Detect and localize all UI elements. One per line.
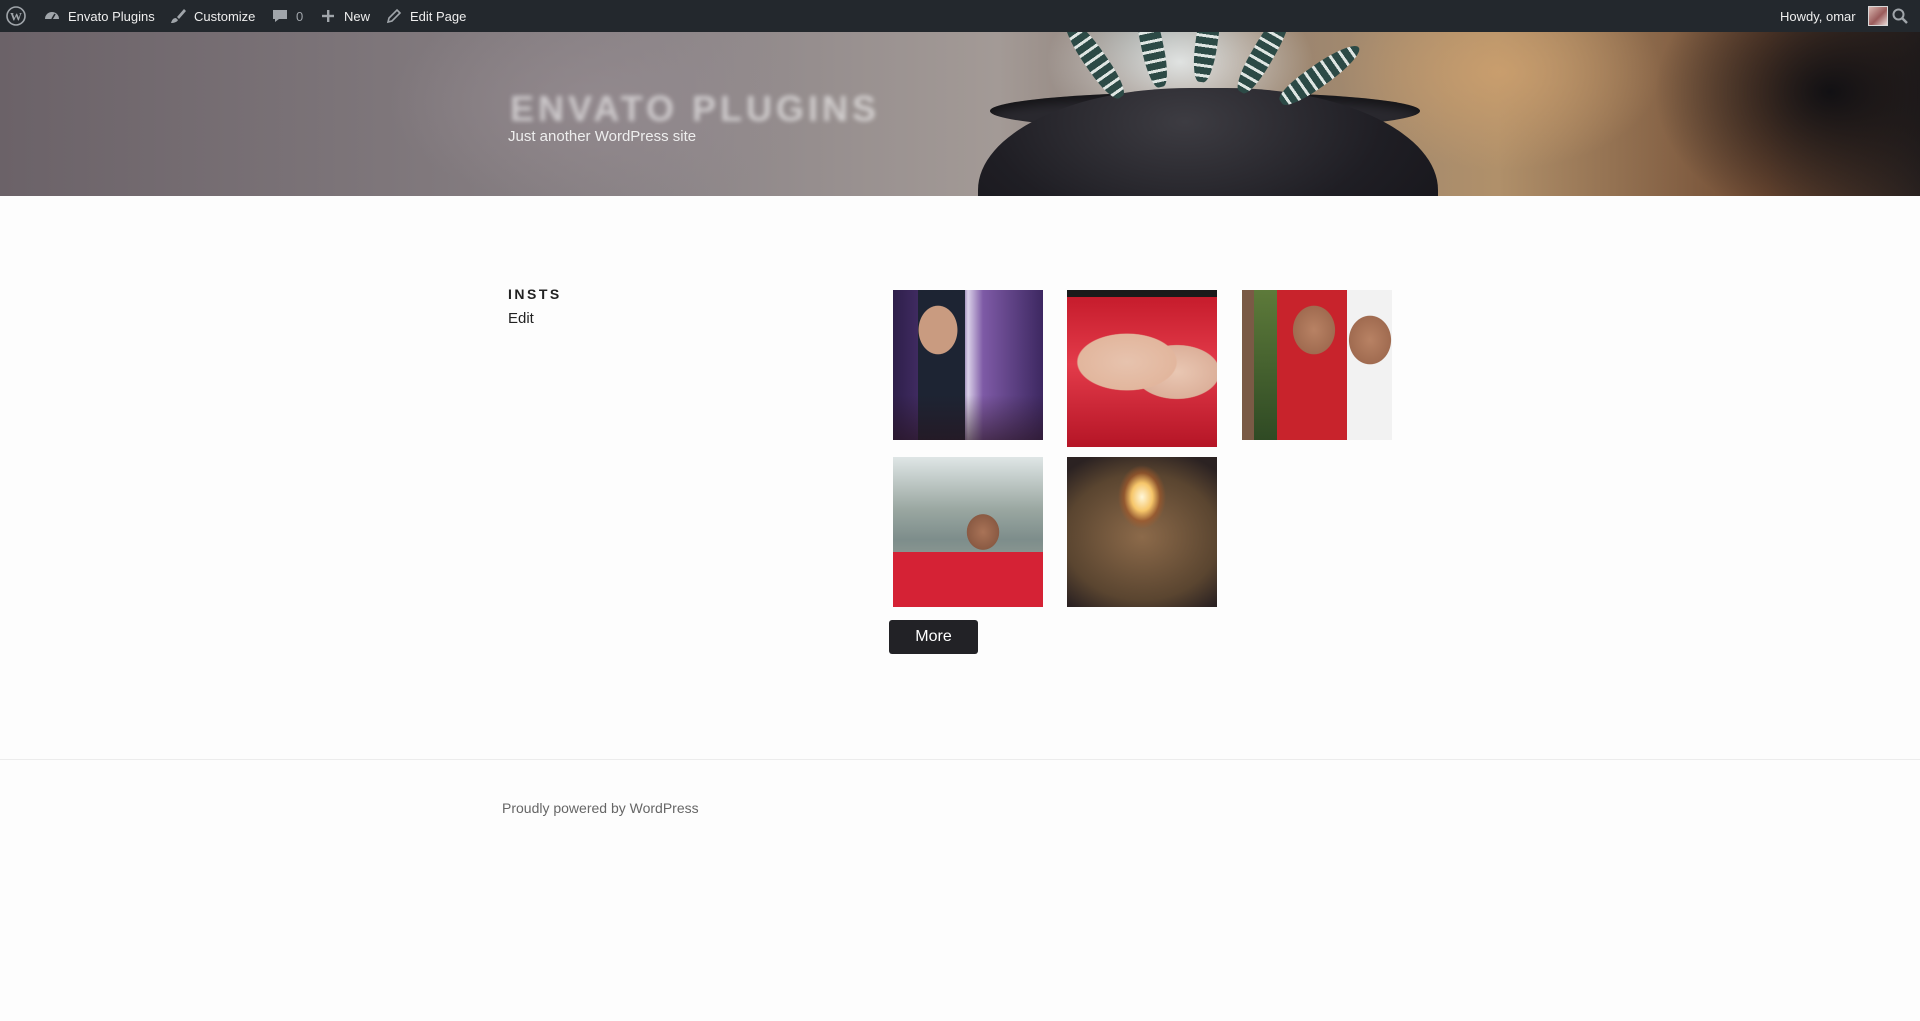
search-toggle[interactable]: [1890, 0, 1910, 32]
avatar: [1867, 6, 1888, 26]
site-name-menu[interactable]: Envato Plugins: [42, 0, 155, 32]
dashboard-icon: [42, 6, 62, 26]
admin-bar: W Envato Plugins Customize 0 New Edit Pa…: [0, 0, 1920, 32]
my-account-menu[interactable]: Howdy, omar: [1780, 0, 1888, 32]
more-button[interactable]: More: [889, 620, 978, 654]
comment-bubble-icon: [270, 6, 290, 26]
gallery-photo[interactable]: [1067, 457, 1217, 607]
search-icon: [1890, 6, 1910, 26]
customize-link[interactable]: Customize: [168, 0, 255, 32]
gallery-photo[interactable]: [1067, 290, 1217, 447]
edit-link[interactable]: Edit: [508, 310, 534, 327]
customize-label: Customize: [194, 8, 256, 24]
comments-link[interactable]: 0: [270, 0, 303, 32]
header-image-leaf: [1130, 32, 1172, 90]
edit-page-link[interactable]: Edit Page: [384, 0, 466, 32]
new-content-menu[interactable]: New: [318, 0, 370, 32]
paintbrush-icon: [168, 6, 188, 26]
header-image-leaf: [1190, 32, 1226, 84]
powered-by-link[interactable]: Proudly powered by WordPress: [502, 800, 699, 816]
site-title[interactable]: Envato Plugins: [510, 88, 880, 130]
site-description: Just another WordPress site: [508, 128, 697, 145]
edit-page-label: Edit Page: [410, 8, 467, 24]
header-image-leaf: [1057, 32, 1131, 104]
footer-divider: [0, 759, 1920, 760]
plus-icon: [318, 6, 338, 26]
site-header: Envato Plugins Just another WordPress si…: [0, 32, 1920, 196]
gallery-photo[interactable]: [893, 457, 1043, 607]
wordpress-logo-menu[interactable]: W: [6, 0, 26, 32]
gallery-photo[interactable]: [893, 290, 1043, 440]
site-name-label: Envato Plugins: [68, 8, 155, 24]
wordpress-logo-icon: W: [6, 6, 26, 26]
new-label: New: [344, 8, 371, 24]
svg-text:W: W: [10, 10, 22, 24]
comments-count: 0: [296, 8, 304, 24]
howdy-label: Howdy, omar: [1780, 8, 1856, 24]
gallery-photo[interactable]: [1242, 290, 1392, 440]
pencil-icon: [384, 6, 404, 26]
page-title: INSTS: [508, 286, 562, 302]
